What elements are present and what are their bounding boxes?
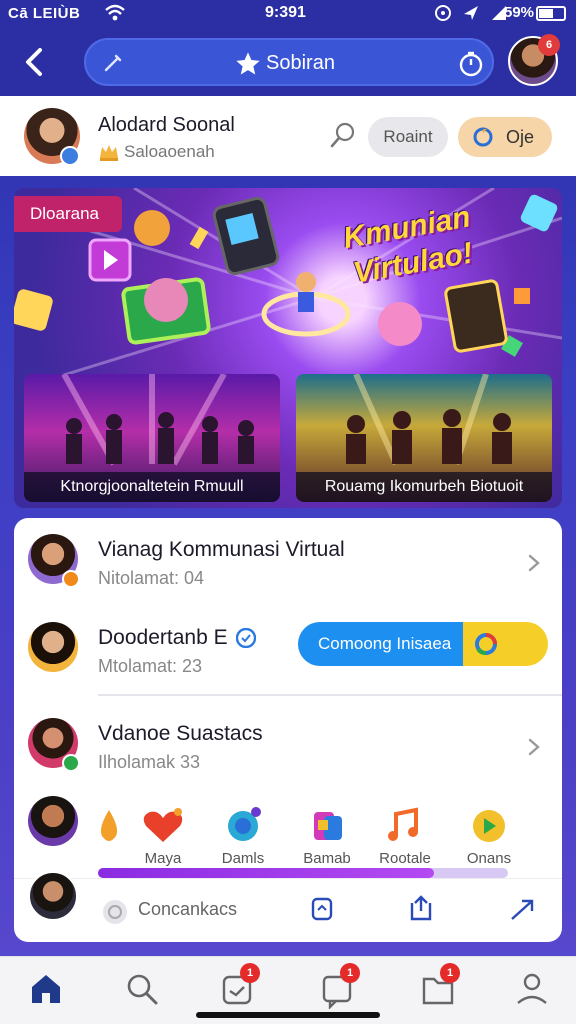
back-button[interactable]	[18, 42, 50, 82]
video-caption: Ktnorgjoonaltetein Rmuull	[24, 472, 280, 502]
nav-home[interactable]	[26, 969, 66, 1009]
nav-notifications[interactable]: 1	[418, 963, 460, 1009]
heart-icon	[143, 808, 183, 842]
top-nav: Sobiran 6	[0, 28, 576, 96]
online-badge-icon	[62, 754, 80, 772]
wifi-icon	[104, 3, 126, 27]
nav-profile[interactable]	[512, 969, 552, 1009]
category-label: Bamab	[303, 850, 351, 867]
item-title: Vdanoe Suastacs	[98, 722, 263, 745]
timer-icon[interactable]	[458, 51, 484, 82]
secondary-button[interactable]: Roaint	[368, 117, 448, 157]
page-title: Sobiran	[266, 52, 335, 74]
nav-search[interactable]	[122, 969, 162, 1009]
category-bamab[interactable]: Bamab	[292, 804, 362, 874]
notification-badge: 1	[440, 963, 460, 983]
notification-badge: 1	[240, 963, 260, 983]
item-title: Doodertanb E	[98, 626, 228, 649]
category-label: Damls	[221, 850, 265, 867]
chat-icon[interactable]	[100, 897, 130, 932]
item-subtitle: Ilholamak 33	[98, 752, 201, 772]
category-label: Maya	[144, 850, 182, 867]
video-card[interactable]: Rouamg Ikomurbeh Biotuoit	[296, 374, 552, 502]
community-list: Vianag Kommunasi Virtual Nitolamat: 04 D…	[14, 518, 562, 942]
location-icon	[462, 4, 480, 26]
search-icon	[127, 974, 158, 1005]
crown-icon	[98, 142, 120, 167]
progress-fill	[98, 868, 435, 878]
category-label: Rootale	[379, 850, 431, 867]
progress-bar	[98, 868, 508, 878]
globe-icon	[228, 807, 261, 841]
home-icon	[32, 975, 60, 1003]
primary-button[interactable]: Oje	[458, 117, 552, 157]
notification-badge: 1	[340, 963, 360, 983]
search-icon[interactable]	[328, 120, 358, 155]
share-icon[interactable]	[406, 893, 436, 928]
chevron-right-icon	[524, 736, 544, 763]
category-damls[interactable]: Damls	[208, 804, 278, 874]
title-search-bar[interactable]: Sobiran	[84, 38, 494, 86]
avatar[interactable]	[28, 796, 78, 846]
person-icon	[517, 973, 547, 1004]
profile-name: Alodard Soonal	[98, 114, 235, 136]
video-caption: Rouamg Ikomurbeh Biotuoit	[296, 472, 552, 502]
clock: 9:391	[265, 4, 306, 21]
music-icon	[388, 807, 418, 841]
category-rootale[interactable]: Rootale	[370, 804, 440, 874]
banner-tag: Dloarana	[14, 196, 122, 232]
nav-messages[interactable]: 1	[318, 963, 360, 1010]
refresh-icon	[472, 126, 494, 153]
forward-icon[interactable]	[508, 895, 538, 930]
item-subtitle: Nitolamat: 04	[98, 568, 205, 588]
avatar	[28, 622, 78, 672]
list-item[interactable]: Vianag Kommunasi Virtual Nitolamat: 04	[14, 518, 562, 604]
drama-icon	[314, 812, 342, 840]
compose-input[interactable]: Concankacs	[138, 899, 237, 920]
concert-image	[61, 374, 254, 466]
profile-subtitle: Saloaoenah	[124, 142, 215, 161]
verified-icon	[235, 627, 257, 653]
primary-button-label: Oje	[506, 127, 535, 147]
item-subtitle: Mtolamat: 23	[98, 656, 203, 676]
hero-banner[interactable]: Dloarana Kmunian Virtulao! Ktnorgjoonalt…	[14, 188, 562, 508]
category-onans[interactable]: Onans	[454, 804, 524, 874]
category-label: Onans	[466, 850, 512, 867]
compose-bar: Concankacs	[14, 871, 562, 942]
profile-header: Alodard Soonal Saloaoenah Roaint Oje	[0, 96, 576, 176]
edit-icon[interactable]	[102, 52, 124, 79]
list-item[interactable]: Vdanoe Suastacs Ilholamak 33	[14, 702, 562, 788]
category-row: Maya Damls Bamab Rootale Onans	[14, 790, 562, 880]
video-card[interactable]: Ktnorgjoonaltetein Rmuull	[24, 374, 280, 502]
chevron-right-icon	[524, 552, 544, 579]
avatar[interactable]	[28, 871, 78, 921]
status-bar: Cā LEIÙB 9:391 59%	[0, 0, 576, 28]
community-action-button[interactable]: Comoong Inisaea	[298, 622, 548, 666]
carrier-label: Cā LEIÙB	[8, 5, 81, 22]
divider	[98, 694, 562, 696]
bookmark-icon[interactable]	[308, 895, 336, 928]
battery-percent: 59%	[504, 4, 535, 21]
notification-badge: 6	[538, 34, 560, 56]
battery-icon	[536, 6, 566, 21]
play-icon	[473, 810, 505, 842]
category-maya[interactable]: Maya	[128, 804, 198, 874]
alarm-icon	[434, 4, 452, 26]
google-icon	[474, 632, 498, 661]
action-label: Comoong Inisaea	[318, 634, 452, 653]
item-title: Vianag Kommunasi Virtual	[98, 538, 345, 561]
chevron-left-icon	[26, 48, 42, 76]
nav-inbox[interactable]: 1	[218, 963, 260, 1009]
status-badge-icon	[62, 570, 80, 588]
home-indicator	[196, 1012, 380, 1018]
concert-image	[346, 374, 512, 466]
verified-badge-icon	[60, 146, 80, 166]
star-icon	[234, 50, 262, 83]
